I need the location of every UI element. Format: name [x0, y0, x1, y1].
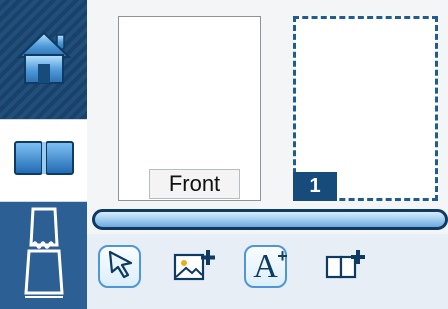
app-window: Front 1 A + — [0, 0, 448, 309]
tool-bar: A + — [87, 234, 448, 309]
book-icon — [13, 139, 75, 182]
plus-icon: + — [277, 245, 288, 266]
add-photo-icon — [172, 246, 216, 287]
book-button[interactable] — [0, 119, 87, 202]
add-page-icon — [324, 247, 366, 286]
blank-page-slot[interactable]: 1 — [293, 16, 438, 201]
left-sidebar — [0, 0, 87, 309]
page-number-badge: 1 — [293, 172, 337, 201]
pointer-icon — [104, 248, 136, 285]
add-text-button[interactable]: A + — [244, 245, 288, 288]
select-tool-button[interactable] — [98, 245, 141, 288]
home-icon — [16, 28, 72, 91]
pages-scrollbar[interactable] — [92, 209, 448, 230]
add-text-glyph: A — [253, 247, 278, 285]
page-canvas: Front 1 — [87, 0, 448, 205]
add-page-button[interactable] — [323, 245, 366, 288]
pages-scrollbar-area — [87, 205, 448, 234]
calendar-icon — [21, 205, 67, 306]
add-text-icon: A + — [253, 247, 288, 285]
home-button[interactable] — [0, 0, 87, 119]
front-page-label: Front — [149, 169, 240, 199]
add-photo-button[interactable] — [172, 245, 215, 288]
front-page-thumbnail[interactable]: Front — [118, 16, 261, 201]
calendar-button[interactable] — [0, 202, 87, 309]
